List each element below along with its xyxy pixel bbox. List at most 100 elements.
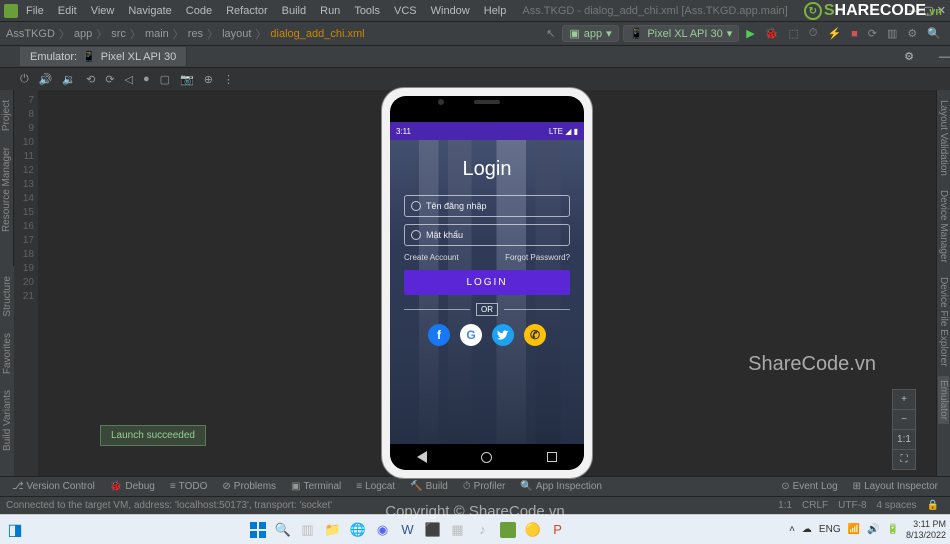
twitter-login-button[interactable] — [492, 324, 514, 346]
status-line-ending[interactable]: CRLF — [797, 500, 833, 511]
device-screen[interactable]: 3:11 LTE ◢ ▮ Login Tên đăng nhập Mật khẩ… — [390, 122, 584, 444]
rotate-left-icon[interactable]: ⟲ — [86, 73, 95, 86]
nav-back-button[interactable] — [417, 451, 427, 463]
screenshot-icon[interactable]: 📷 — [180, 73, 194, 86]
chrome-icon[interactable]: 🟡 — [522, 519, 544, 541]
debug-button[interactable]: 🐞 — [762, 27, 782, 40]
tab-terminal[interactable]: ▣ Terminal — [285, 479, 347, 494]
login-button[interactable]: LOGIN — [404, 270, 570, 295]
explorer-icon[interactable]: 📁 — [322, 519, 344, 541]
tray-onedrive-icon[interactable]: ☁ — [802, 524, 812, 535]
nav-overview-button[interactable] — [547, 452, 557, 462]
status-indent[interactable]: 4 spaces — [872, 500, 922, 511]
breadcrumb[interactable]: res — [188, 28, 203, 40]
volume-down-icon[interactable]: 🔉 — [62, 73, 76, 86]
tab-layout-inspector[interactable]: ⊞ Layout Inspector — [847, 479, 944, 494]
tab-logcat[interactable]: ≡ Logcat — [350, 479, 401, 494]
tab-favorites[interactable]: Favorites — [2, 329, 13, 378]
rotate-right-icon[interactable]: ⟳ — [105, 73, 114, 86]
tray-volume-icon[interactable]: 🔊 — [867, 524, 879, 535]
zoom-in-button[interactable]: + — [893, 390, 915, 410]
breadcrumb[interactable]: main — [145, 28, 169, 40]
menu-help[interactable]: Help — [478, 3, 513, 19]
breadcrumb[interactable]: src — [111, 28, 126, 40]
more-icon[interactable]: ⋮ — [223, 73, 234, 86]
tab-version-control[interactable]: ⎇ Version Control — [6, 479, 101, 494]
tray-chevron-icon[interactable]: ˄ — [789, 524, 795, 535]
menu-file[interactable]: File — [20, 3, 50, 19]
breadcrumb[interactable]: app — [74, 28, 92, 40]
status-lock-icon[interactable]: 🔒 — [922, 500, 944, 511]
back-icon[interactable]: ◁ — [125, 73, 133, 86]
tab-build-variants[interactable]: Build Variants — [2, 386, 13, 455]
discord-icon[interactable]: ◉ — [372, 519, 394, 541]
attach-debugger-button[interactable]: ⚡ — [824, 27, 844, 40]
run-button[interactable]: ▶ — [743, 27, 757, 40]
sync-button[interactable]: ⟳ — [865, 27, 880, 40]
edge-icon[interactable]: 🌐 — [347, 519, 369, 541]
menu-code[interactable]: Code — [180, 3, 218, 19]
tray-wifi-icon[interactable]: 📶 — [848, 524, 860, 535]
tab-emulator-side[interactable]: Emulator — [938, 376, 949, 424]
tray-clock[interactable]: 3:11 PM 8/13/2022 — [906, 519, 946, 541]
username-input[interactable]: Tên đăng nhập — [404, 195, 570, 217]
tab-resource-manager[interactable]: Resource Manager — [1, 143, 12, 236]
profile-button[interactable]: ⏱ — [806, 27, 821, 40]
powerpoint-icon[interactable]: P — [547, 519, 569, 541]
tab-structure[interactable]: Structure — [2, 272, 13, 321]
hide-panel-icon[interactable]: — — [939, 51, 950, 63]
nav-home-button[interactable] — [481, 452, 492, 463]
facebook-login-button[interactable]: f — [428, 324, 450, 346]
tab-todo[interactable]: ≡ TODO — [164, 479, 214, 494]
sdk-button[interactable]: ⚙ — [904, 27, 920, 40]
status-encoding[interactable]: UTF-8 — [833, 500, 871, 511]
breadcrumb[interactable]: AssTKGD — [6, 28, 55, 40]
settings-icon[interactable]: ⚙ — [904, 50, 914, 63]
stop-button[interactable]: ■ — [848, 28, 861, 40]
tab-app-inspection[interactable]: 🔍 App Inspection — [514, 479, 608, 494]
tab-emulator[interactable]: Emulator: 📱 Pixel XL API 30 — [20, 47, 187, 66]
menu-view[interactable]: View — [85, 3, 121, 19]
tab-profiler[interactable]: ⏱ Profiler — [457, 479, 512, 494]
menu-window[interactable]: Window — [425, 3, 476, 19]
tab-device-manager[interactable]: Device Manager — [938, 186, 949, 267]
password-input[interactable]: Mật khẩu — [404, 224, 570, 246]
create-account-link[interactable]: Create Account — [404, 253, 459, 262]
coverage-button[interactable]: ⬚ — [785, 27, 801, 40]
app-icon[interactable]: ⬛ — [422, 519, 444, 541]
menu-navigate[interactable]: Navigate — [122, 3, 177, 19]
word-icon[interactable]: W — [397, 519, 419, 541]
tab-build[interactable]: 🔨 Build — [404, 479, 454, 494]
search-icon[interactable]: 🔍 — [272, 519, 294, 541]
zoom-out-button[interactable]: − — [893, 410, 915, 430]
tab-device-file-explorer[interactable]: Device File Explorer — [938, 273, 949, 370]
tab-project[interactable]: Project — [1, 96, 12, 135]
google-login-button[interactable]: G — [460, 324, 482, 346]
snapshot-icon[interactable]: ⊕ — [204, 73, 213, 86]
home-icon[interactable]: ● — [143, 73, 150, 85]
tray-language[interactable]: ENG — [819, 524, 841, 535]
widgets-icon[interactable]: ◨ — [4, 519, 26, 541]
avd-button[interactable]: ▥ — [884, 27, 900, 40]
status-caret-pos[interactable]: 1:1 — [773, 500, 797, 511]
run-config-selector[interactable]: ▣ app ▾ — [562, 25, 618, 42]
search-everywhere-button[interactable]: 🔍 — [924, 27, 944, 40]
menu-run[interactable]: Run — [314, 3, 346, 19]
tab-problems[interactable]: ⊘ Problems — [216, 479, 282, 494]
menu-edit[interactable]: Edit — [52, 3, 83, 19]
tray-battery-icon[interactable]: 🔋 — [887, 524, 899, 535]
power-icon[interactable]: ⏻ — [20, 73, 29, 86]
task-view-icon[interactable]: ▥ — [297, 519, 319, 541]
menu-vcs[interactable]: VCS — [388, 3, 423, 19]
breadcrumb-file[interactable]: dialog_add_chi.xml — [270, 28, 364, 40]
menu-build[interactable]: Build — [276, 3, 312, 19]
menu-tools[interactable]: Tools — [348, 3, 386, 19]
device-selector[interactable]: 📱 Pixel XL API 30 ▾ — [623, 25, 740, 42]
tab-layout-validation[interactable]: Layout Validation — [938, 96, 949, 180]
phone-login-button[interactable]: ✆ — [524, 324, 546, 346]
android-studio-taskbar-icon[interactable] — [497, 519, 519, 541]
app-icon-2[interactable]: ▦ — [447, 519, 469, 541]
tab-event-log[interactable]: ⊙ Event Log — [775, 479, 843, 494]
forgot-password-link[interactable]: Forgot Password? — [505, 253, 570, 262]
breadcrumb[interactable]: layout — [222, 28, 251, 40]
